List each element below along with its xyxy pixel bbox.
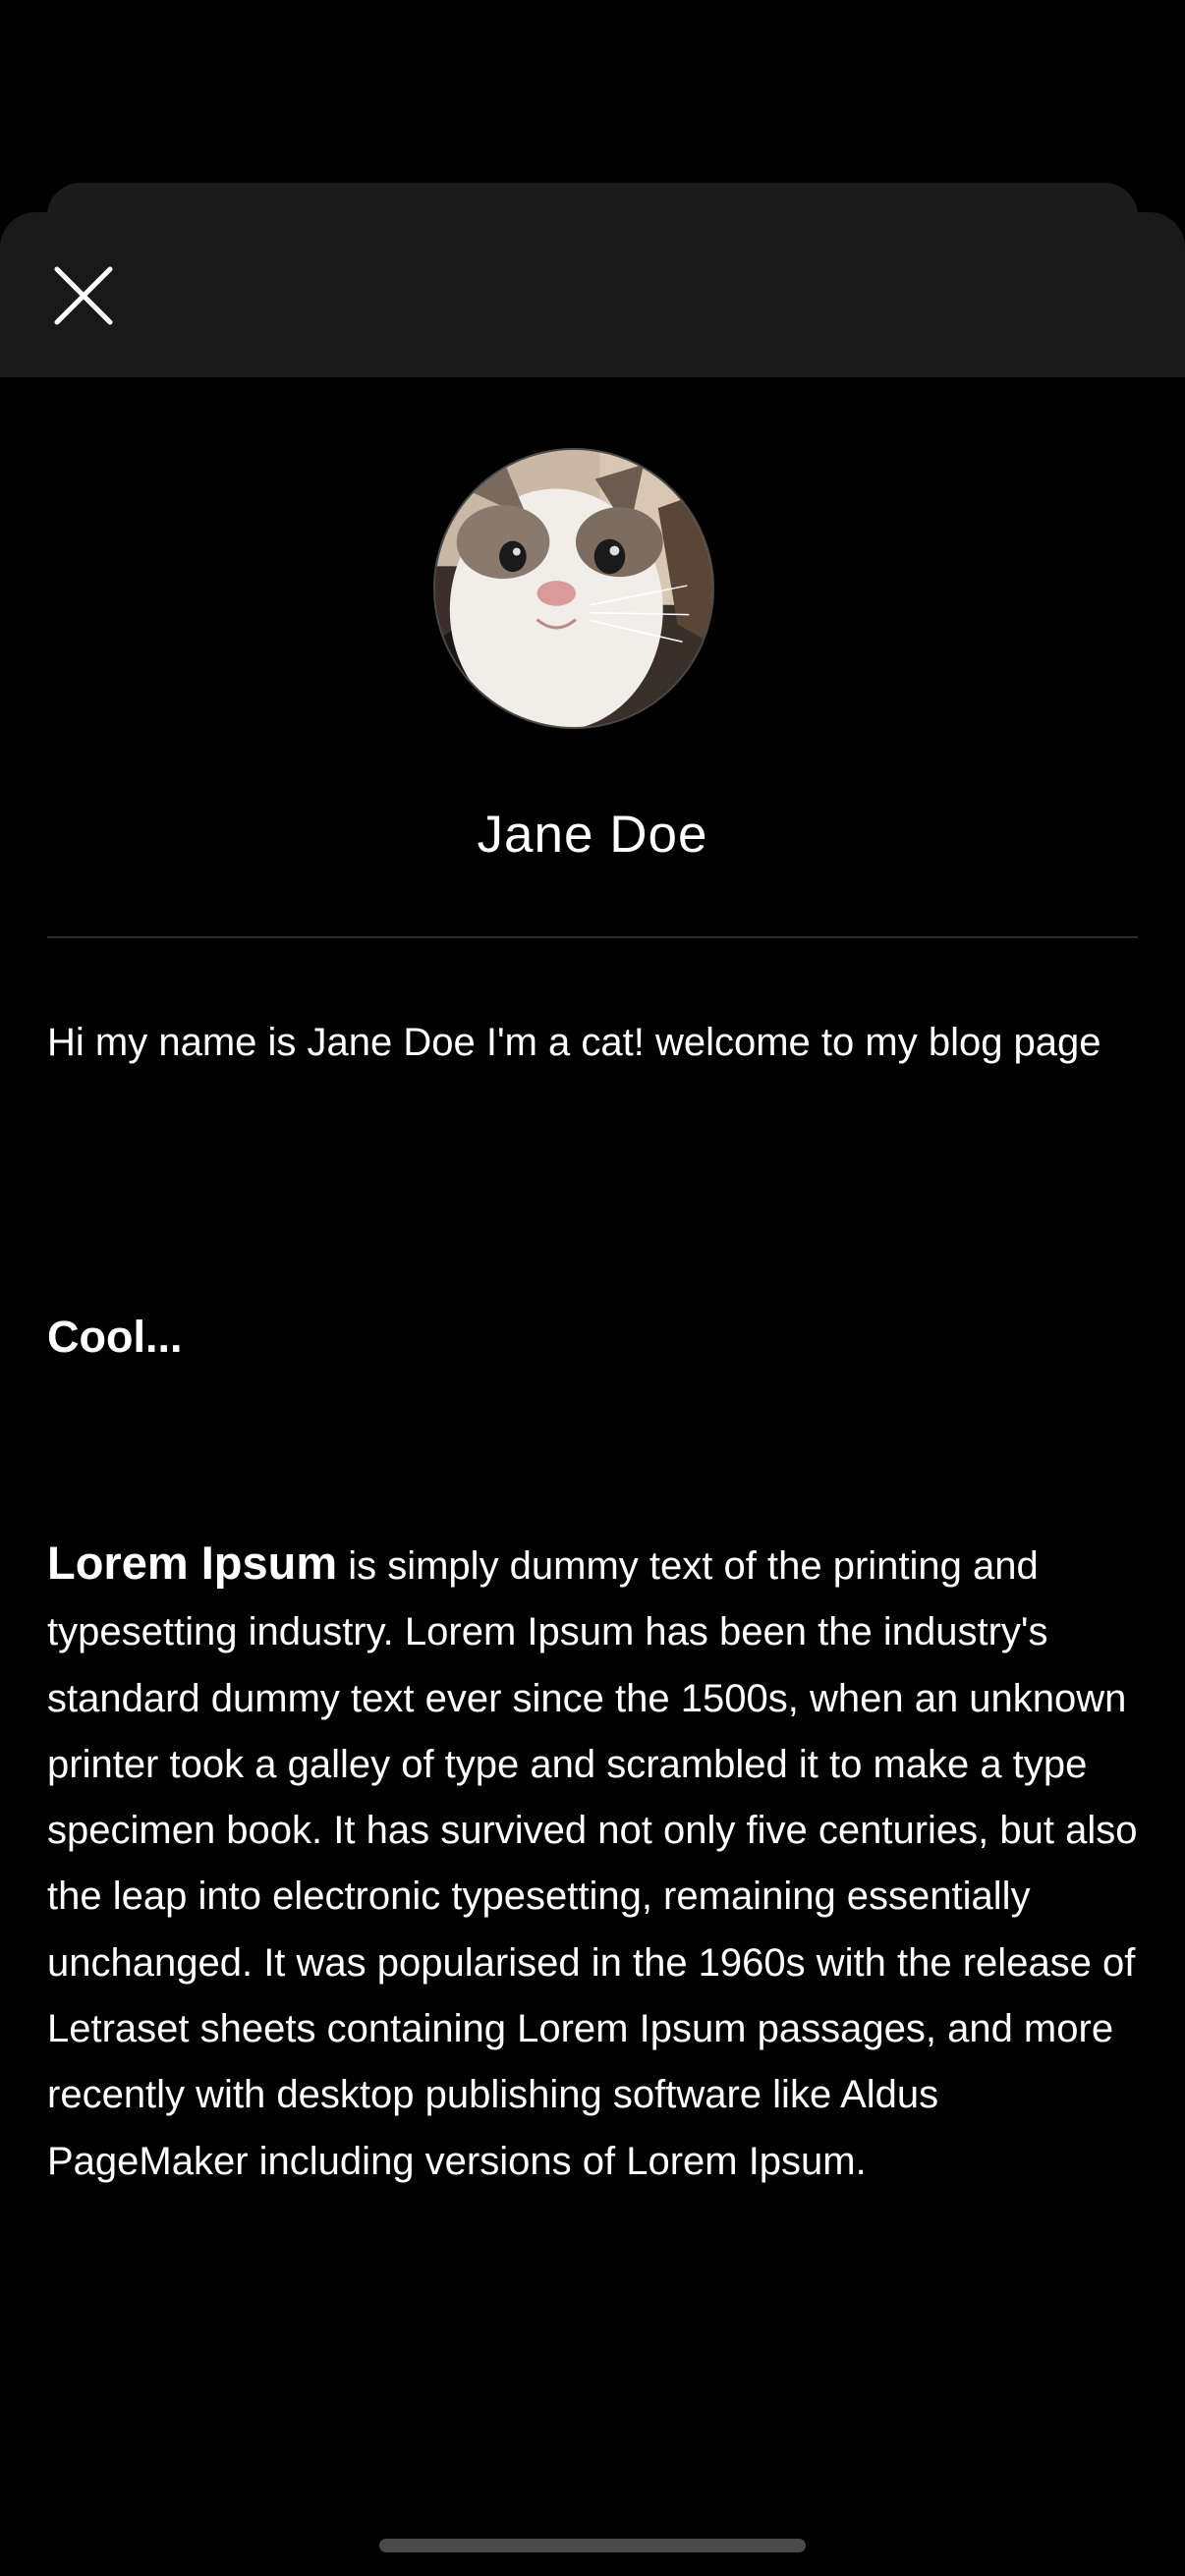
close-button[interactable]	[43, 255, 124, 336]
bio-text: Hi my name is Jane Doe I'm a cat! welcom…	[47, 1021, 1101, 1064]
post-body-lead: Lorem Ipsum	[47, 1537, 338, 1589]
sheet-header	[0, 212, 1185, 377]
post-heading: Cool...	[47, 1312, 183, 1362]
close-icon	[54, 266, 113, 325]
home-indicator[interactable]	[379, 2539, 806, 2552]
cat-avatar-image	[435, 450, 712, 727]
post-body-text: is simply dummy text of the printing and…	[47, 1544, 1138, 2183]
divider	[47, 936, 1138, 938]
profile-name: Jane Doe	[477, 806, 708, 864]
avatar[interactable]	[433, 448, 714, 729]
post-body: Lorem Ipsum is simply dummy text of the …	[47, 1530, 1140, 2195]
